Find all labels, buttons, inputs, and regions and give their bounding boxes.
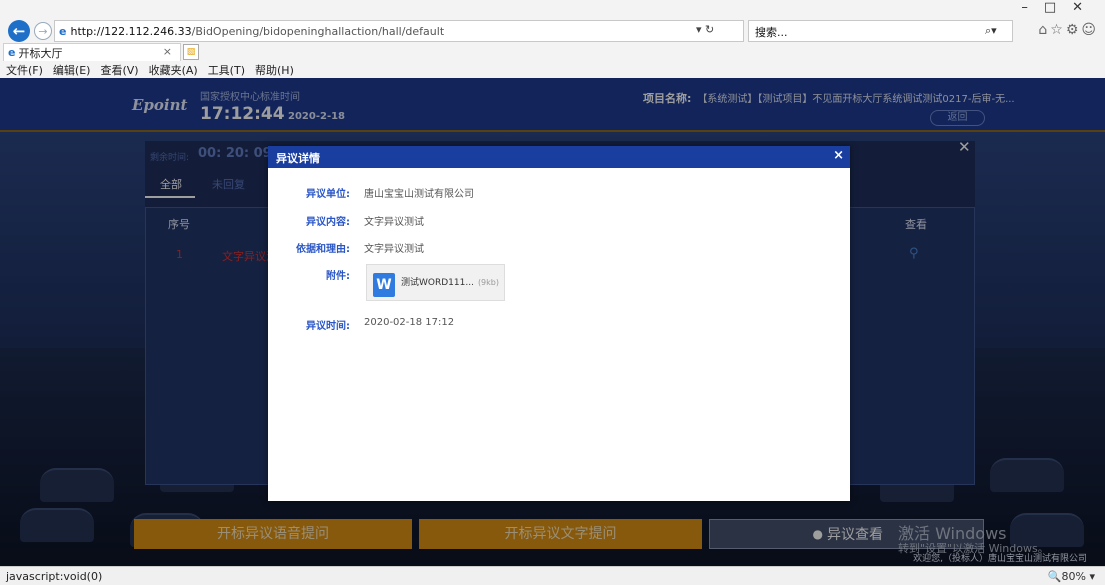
tab-row: e 开标大厅 × ▧	[0, 43, 1105, 61]
field-value-unit: 唐山宝宝山测试有限公司	[364, 189, 474, 200]
search-icon[interactable]: ⌕▾	[985, 24, 997, 38]
word-file-icon: W	[373, 273, 395, 297]
menu-tools[interactable]: 工具(T)	[208, 62, 245, 78]
field-label-time: 异议时间:	[306, 321, 350, 332]
field-value-reason: 文字异议测试	[364, 244, 424, 255]
menu-favorites[interactable]: 收藏夹(A)	[149, 62, 198, 78]
menu-view[interactable]: 查看(V)	[100, 62, 138, 78]
tab-title: 开标大厅	[18, 46, 63, 60]
back-arrow-icon[interactable]: ←	[8, 20, 30, 42]
address-row: ← → e http://122.112.246.33/BidOpening/b…	[0, 18, 1105, 42]
browser-chrome: –□✕ ← → e http://122.112.246.33/BidOpeni…	[0, 0, 1105, 78]
field-value-time: 2020-02-18 17:12	[364, 317, 455, 328]
refresh-icon[interactable]: ▾ ↻	[696, 23, 714, 36]
attachment[interactable]: W 测试WORD111... (9kb)	[366, 264, 505, 301]
ie-icon: e	[59, 24, 67, 38]
menu-edit[interactable]: 编辑(E)	[53, 62, 91, 78]
close-tab-icon[interactable]: ×	[163, 45, 172, 58]
dialog-title: 异议详情 ×	[268, 146, 850, 168]
new-tab-icon[interactable]: ▧	[183, 44, 199, 60]
close-icon[interactable]: ×	[833, 148, 844, 163]
attachment-name: 测试WORD111... (9kb)	[401, 275, 499, 288]
field-label-content: 异议内容:	[306, 217, 350, 228]
objection-detail-dialog: 异议详情 × 异议单位: 唐山宝宝山测试有限公司 异议内容: 文字异议测试 依据…	[268, 146, 850, 501]
url-host: http://122.112.246.33	[70, 24, 192, 38]
status-bar: javascript:void(0) 🔍80% ▾	[0, 566, 1105, 585]
status-text: javascript:void(0)	[6, 570, 103, 583]
menu-file[interactable]: 文件(F)	[6, 62, 43, 78]
menu-help[interactable]: 帮助(H)	[255, 62, 294, 78]
forward-arrow-icon[interactable]: →	[34, 22, 52, 40]
window-controls[interactable]: –□✕	[1021, 0, 1099, 15]
address-bar[interactable]: e http://122.112.246.33/BidOpening/bidop…	[54, 20, 744, 42]
attachment-filename: 测试WORD111...	[401, 278, 474, 288]
menu-bar: 文件(F) 编辑(E) 查看(V) 收藏夹(A) 工具(T) 帮助(H)	[0, 61, 1105, 78]
url-path: /BidOpening/bidopeninghallaction/hall/de…	[191, 24, 445, 38]
field-value-content: 文字异议测试	[364, 217, 424, 228]
toolbar-icons[interactable]: ⌂☆⚙☺	[1038, 22, 1099, 38]
attachment-size: (9kb)	[477, 278, 499, 287]
browser-tab[interactable]: e 开标大厅 ×	[3, 43, 181, 61]
dialog-title-text: 异议详情	[276, 152, 320, 165]
ie-icon: e	[8, 46, 16, 59]
field-label-reason: 依据和理由:	[296, 244, 350, 255]
search-input[interactable]: 搜索...	[748, 20, 1013, 42]
field-label-attachment: 附件:	[326, 271, 350, 282]
field-label-unit: 异议单位:	[306, 189, 350, 200]
zoom-control[interactable]: 🔍80% ▾	[1048, 570, 1095, 583]
